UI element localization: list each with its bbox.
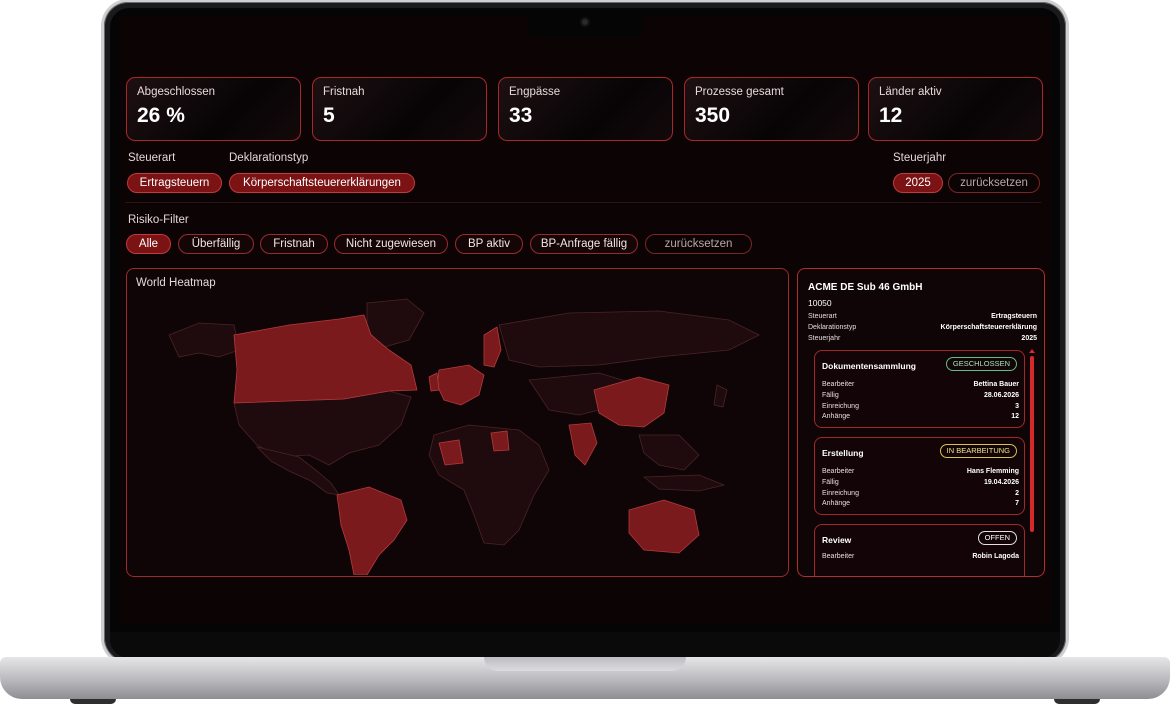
status-badge: GESCHLOSSEN: [945, 357, 1017, 371]
map-region-southeast-asia: [638, 434, 700, 471]
risk-filter-reset-button[interactable]: zurücksetzen: [645, 234, 752, 254]
row-key: Fällig: [822, 392, 839, 399]
dashboard-screen: Abgeschlossen 26 % Fristnah 5 Engpässe 3…: [119, 17, 1051, 623]
process-step-card[interactable]: Review OFFEN Bearbeiter Robin Lagoda: [814, 524, 1025, 576]
kpi-label: Engpässe: [509, 86, 561, 98]
company-id: 10050: [808, 298, 832, 308]
map-region-uk: [428, 372, 440, 392]
kpi-card-bottlenecks: Engpässe 33: [498, 77, 673, 141]
deklarationstyp-select[interactable]: Körperschaftsteuererklärungen: [229, 173, 415, 193]
laptop-foot: [70, 699, 116, 704]
entity-detail-panel: ACME DE Sub 46 GmbH 10050 Steuerart Ertr…: [797, 268, 1045, 577]
row-value: Hans Flemming: [966, 468, 1019, 475]
field-value: 2025: [1021, 335, 1037, 342]
row-value: 2: [1015, 490, 1019, 497]
map-region-australia: [628, 499, 700, 554]
row-value: 12: [1011, 413, 1019, 420]
kpi-card-completed: Abgeschlossen 26 %: [126, 77, 301, 141]
row-value: Bettina Bauer: [973, 381, 1019, 388]
kpi-card-active-countries: Länder aktiv 12: [868, 77, 1043, 141]
row-value: 7: [1015, 500, 1019, 507]
row-key: Fällig: [822, 479, 839, 486]
scrollbar-thumb[interactable]: [1030, 356, 1034, 532]
row-key: Anhänge: [822, 413, 851, 420]
row-key: Anhänge: [822, 500, 851, 507]
row-value: 28.06.2026: [983, 392, 1019, 399]
risk-filter-all[interactable]: Alle: [126, 234, 171, 254]
kpi-card-due-soon: Fristnah 5: [312, 77, 487, 141]
risk-filter-label: Risiko-Filter: [128, 214, 189, 226]
world-heatmap-card: World Heatmap: [126, 268, 789, 577]
field-key: Steuerjahr: [808, 335, 841, 342]
status-badge: OFFEN: [977, 531, 1017, 545]
field-value: Körperschaftsteuererklärung: [940, 324, 1037, 331]
map-title: World Heatmap: [136, 277, 216, 289]
map-region-south-america: [336, 486, 408, 575]
process-step-card[interactable]: Dokumentensammlung GESCHLOSSEN Bearbeite…: [814, 350, 1025, 428]
map-region-india: [568, 422, 598, 466]
map-region-scandinavia: [483, 326, 502, 368]
kpi-label: Länder aktiv: [879, 86, 942, 98]
reset-filters-button[interactable]: zurücksetzen: [948, 173, 1040, 193]
opening-groove: [484, 657, 686, 671]
risk-filter-bp-request-due[interactable]: BP-Anfrage fällig: [530, 234, 638, 254]
map-region-indonesia: [642, 474, 726, 492]
row-key: Bearbeiter: [822, 468, 855, 475]
steuerjahr-label: Steuerjahr: [893, 152, 947, 164]
field-value: Ertragsteuern: [991, 313, 1037, 320]
deklarationstyp-label: Deklarationstyp: [229, 152, 309, 164]
risk-filter-bp-active[interactable]: BP aktiv: [455, 234, 523, 254]
kpi-value: 350: [695, 104, 731, 127]
kpi-card-total-processes: Prozesse gesamt 350: [684, 77, 859, 141]
kpi-label: Fristnah: [323, 86, 365, 98]
field-key: Steuerart: [808, 313, 837, 320]
row-value: 3: [1015, 403, 1019, 410]
steuerjahr-select[interactable]: 2025: [893, 173, 943, 193]
step-name: Erstellung: [822, 448, 864, 458]
row-key: Einreichung: [822, 403, 859, 410]
map-region-russia: [498, 310, 760, 368]
row-key: Bearbeiter: [822, 553, 855, 560]
risk-filter-overdue[interactable]: Überfällig: [178, 234, 254, 254]
kpi-label: Abgeschlossen: [137, 86, 215, 98]
screen-chin: [110, 632, 1060, 658]
kpi-value: 5: [323, 104, 335, 127]
map-region-egypt: [490, 430, 510, 452]
kpi-value: 26 %: [137, 104, 185, 127]
row-value: Robin Lagoda: [972, 553, 1019, 560]
map-region-europe: [436, 364, 485, 406]
steuerart-label: Steuerart: [128, 152, 176, 164]
kpi-value: 12: [879, 104, 903, 127]
row-key: Bearbeiter: [822, 381, 855, 388]
process-step-card[interactable]: Erstellung IN BEARBEITUNG Bearbeiter Hans…: [814, 437, 1025, 515]
scroll-up-arrow-icon[interactable]: [1029, 349, 1035, 353]
risk-filter-due-soon[interactable]: Fristnah: [260, 234, 328, 254]
steuerart-select[interactable]: Ertragsteuern: [127, 173, 222, 193]
map-region-alaska: [168, 322, 240, 358]
company-name: ACME DE Sub 46 GmbH: [808, 282, 923, 293]
kpi-label: Prozesse gesamt: [695, 86, 784, 98]
world-map[interactable]: [139, 295, 779, 575]
divider: [125, 202, 1041, 203]
map-region-japan: [713, 384, 728, 408]
laptop-foot: [1054, 699, 1100, 704]
risk-filter-unassigned[interactable]: Nicht zugewiesen: [334, 234, 448, 254]
status-badge: IN BEARBEITUNG: [939, 444, 1017, 458]
camera-icon: [580, 17, 590, 27]
field-key: Deklarationstyp: [808, 324, 857, 331]
row-key: Einreichung: [822, 490, 859, 497]
row-value: 19.04.2026: [983, 479, 1019, 486]
kpi-value: 33: [509, 104, 533, 127]
step-name: Review: [822, 535, 852, 545]
step-name: Dokumentensammlung: [822, 361, 916, 371]
